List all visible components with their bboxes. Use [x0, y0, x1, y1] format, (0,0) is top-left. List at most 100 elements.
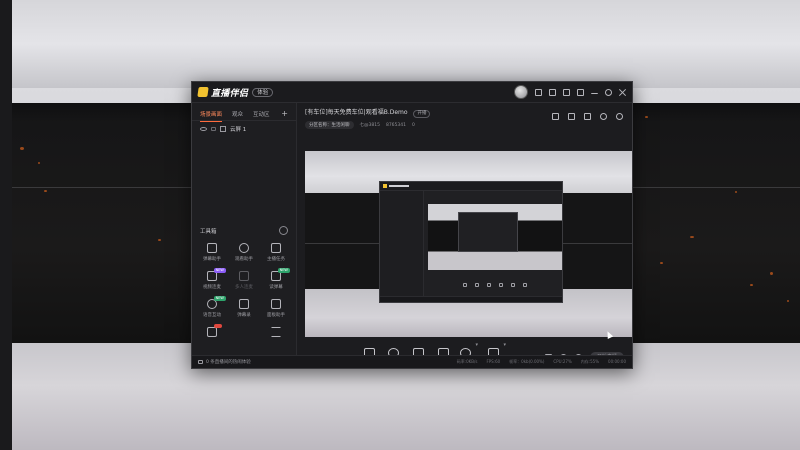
- share-icon[interactable]: [616, 113, 623, 120]
- ember-particle: [660, 262, 663, 264]
- eye-icon[interactable]: [200, 127, 207, 131]
- layout-icon: [220, 126, 226, 132]
- tool-pk[interactable]: [196, 324, 228, 337]
- dropped-frames-stat: 帧率：0kb(0.00%): [509, 359, 545, 364]
- memory-stat: 内存:55%: [580, 359, 600, 364]
- close-icon[interactable]: [619, 89, 626, 96]
- chat-icon: [198, 360, 203, 364]
- toolbox-header: 工具箱: [200, 226, 288, 235]
- logo-text: 直播伴侣: [211, 88, 249, 99]
- minimize-icon[interactable]: [591, 90, 598, 94]
- ember-particle: [158, 239, 161, 241]
- ember-particle: [645, 116, 648, 118]
- tool-host-task[interactable]: 主播任务: [260, 243, 292, 262]
- logo-icon: [197, 87, 209, 97]
- message-icon[interactable]: [535, 88, 542, 96]
- version-button[interactable]: 体验: [252, 87, 274, 97]
- tool-viewer-assistant[interactable]: 观看助手: [228, 243, 260, 262]
- room-id: 七@3815: [359, 123, 380, 128]
- ember-particle: [735, 191, 737, 193]
- status-bar: 0 条直播间的热闹体验 码率:0KB/s FPS:60 帧率：0kb(0.00%…: [192, 355, 632, 368]
- app-window: 直播伴侣 体验 场景画面 观众 互动区 + 云屏 1 工具箱 弹幕助手 观看助手…: [191, 81, 633, 369]
- open-button[interactable]: 开播: [413, 110, 431, 118]
- popularity-count: 0: [412, 122, 415, 128]
- tool-label: 观看助手: [235, 257, 253, 262]
- title-bar: 直播伴侣 体验: [192, 82, 632, 103]
- pk-icon: [207, 327, 217, 337]
- duration-stat: 00:00:00: [608, 359, 626, 364]
- panel-icon: [271, 299, 281, 309]
- category-pill[interactable]: 分区名称：生活闲聊: [305, 121, 354, 129]
- download-icon: [239, 271, 249, 281]
- add-scene-button[interactable]: +: [281, 110, 288, 118]
- toolbox-title: 工具箱: [200, 228, 217, 235]
- ember-particle: [750, 284, 753, 286]
- tool-danmaku-assistant[interactable]: 弹幕助手: [196, 243, 228, 262]
- fps-stat: FPS:60: [486, 359, 501, 364]
- tool-danmaku-record[interactable]: 弹幕录: [228, 299, 260, 318]
- tool-voice-interaction[interactable]: NEW 语音互动: [196, 296, 228, 318]
- lock-icon[interactable]: [568, 113, 575, 120]
- room-info-bar: [有车位]每天免费车位|观看福B.Demo 开播 分区名称：生活闲聊 七@381…: [297, 103, 632, 129]
- stream-preview[interactable]: [305, 151, 632, 337]
- avatar[interactable]: [514, 85, 528, 99]
- bell-icon[interactable]: [600, 113, 607, 120]
- tool-label: 弹幕录: [237, 313, 251, 318]
- main-panel: [有车位]每天免费车位|观看福B.Demo 开播 分区名称：生活闲聊 七@381…: [297, 103, 632, 366]
- new-badge: NEW: [277, 268, 290, 273]
- tool-label: 视频连麦: [203, 285, 221, 290]
- status-message[interactable]: 0 条直播间的热闹体验: [206, 359, 251, 365]
- save-icon[interactable]: [584, 113, 591, 120]
- viewer-icon: [239, 243, 249, 253]
- left-edge-strip: [0, 0, 12, 450]
- triangle-icon: [271, 327, 281, 337]
- tool-label: 读弹幕: [269, 285, 283, 290]
- new-badge: NEW: [213, 296, 226, 301]
- scene-item[interactable]: 云屏 1: [192, 120, 296, 137]
- tool-label: 语音互动: [203, 313, 221, 318]
- lock-icon[interactable]: [211, 127, 216, 131]
- main-toolbar: [552, 113, 623, 120]
- tool-more[interactable]: [260, 327, 292, 337]
- tab-scene[interactable]: 场景画面: [200, 110, 223, 122]
- record-icon: [239, 299, 249, 309]
- ember-particle: [20, 147, 24, 150]
- ember-particle: [787, 300, 789, 302]
- new-badge: [213, 324, 222, 328]
- tool-video-link[interactable]: NEW 视频连麦: [196, 268, 228, 290]
- sidebar-tabs: 场景画面 观众 互动区 +: [192, 103, 296, 122]
- tool-label: 面板助手: [267, 313, 285, 318]
- gift-icon[interactable]: [563, 88, 570, 96]
- ember-particle: [38, 162, 40, 164]
- toolbox-grid: 弹幕助手 观看助手 主播任务 NEW 视频连麦 多人连麦 NEW 读弹幕 NEW…: [196, 243, 292, 337]
- tab-audience[interactable]: 观众: [232, 110, 243, 118]
- bitrate-stat: 码率:0KB/s: [456, 359, 478, 364]
- task-icon: [271, 243, 281, 253]
- tool-label: 多人连麦: [235, 285, 253, 290]
- room-title[interactable]: [有车位]每天免费车位|观看福B.Demo: [305, 109, 408, 116]
- more-icon[interactable]: [279, 226, 288, 235]
- ember-particle: [770, 272, 773, 275]
- ember-particle: [44, 190, 47, 192]
- scene-label: 云屏 1: [230, 127, 247, 133]
- tool-read-danmaku[interactable]: NEW 读弹幕: [260, 268, 292, 290]
- tab-interaction[interactable]: 互动区: [253, 110, 270, 118]
- maximize-icon[interactable]: [605, 88, 612, 96]
- ember-particle: [690, 236, 694, 238]
- app-logo: 直播伴侣: [197, 86, 249, 99]
- tool-multi-link[interactable]: 多人连麦: [228, 271, 260, 290]
- menu-icon[interactable]: [577, 88, 584, 96]
- cpu-stat: CPU:27%: [553, 359, 572, 364]
- new-badge: NEW: [213, 268, 226, 273]
- mail-icon[interactable]: [549, 88, 556, 96]
- tool-label: 主播任务: [267, 257, 285, 262]
- background-top: [12, 0, 800, 88]
- nested-preview-window: [379, 181, 563, 303]
- layout-grid-icon[interactable]: [552, 113, 559, 120]
- tool-panel-assistant[interactable]: 面板助手: [260, 299, 292, 318]
- tool-empty: [228, 327, 260, 337]
- room-number: 8765341: [385, 122, 406, 128]
- danmaku-icon: [207, 243, 217, 253]
- sidebar: 场景画面 观众 互动区 + 云屏 1 工具箱 弹幕助手 观看助手 主播任务 NE…: [192, 103, 297, 355]
- tool-label: 弹幕助手: [203, 257, 221, 262]
